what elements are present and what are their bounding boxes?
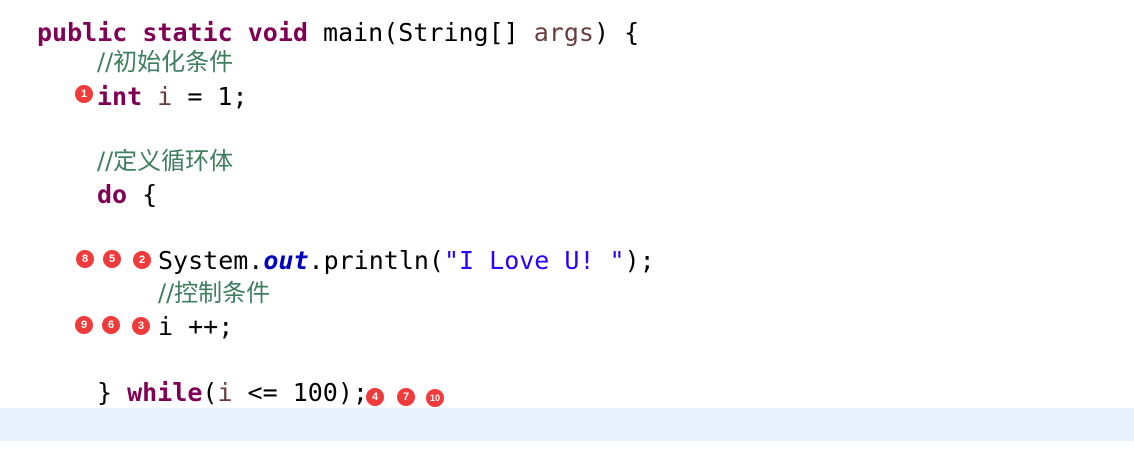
keyword-int: int bbox=[97, 82, 143, 111]
code-line-declaration: int i = 1; bbox=[97, 80, 248, 113]
code-line-increment: i ++; bbox=[158, 312, 234, 341]
param-args: args bbox=[533, 18, 594, 47]
println-end: ); bbox=[624, 246, 655, 275]
while-condition-rest: <= 100); bbox=[232, 378, 368, 407]
code-line-println: System.out.println("I Love U! "); bbox=[158, 244, 655, 277]
string-literal: "I Love U! " bbox=[443, 246, 625, 275]
keyword-public: public bbox=[37, 18, 128, 47]
code-comment-control: //控制条件 bbox=[158, 279, 271, 307]
step-marker-10: 10 bbox=[426, 389, 444, 407]
code-comment-loop: //定义循环体 bbox=[97, 147, 234, 175]
system-class: System. bbox=[158, 246, 264, 275]
while-paren: ( bbox=[202, 378, 218, 407]
keyword-do: do bbox=[97, 180, 128, 209]
variable-i: i bbox=[157, 82, 173, 111]
step-marker-8: 8 bbox=[76, 250, 94, 268]
code-comment-init: //初始化条件 bbox=[97, 48, 234, 76]
step-marker-2: 2 bbox=[133, 251, 151, 269]
method-brace: ) { bbox=[593, 18, 640, 47]
field-out: out bbox=[263, 246, 309, 275]
step-marker-6: 6 bbox=[102, 316, 120, 334]
step-marker-3: 3 bbox=[132, 317, 150, 335]
println-method: .println( bbox=[308, 246, 444, 275]
close-brace: } bbox=[97, 378, 128, 407]
step-marker-1: 1 bbox=[75, 85, 93, 103]
keyword-static: static bbox=[142, 18, 233, 47]
code-line-method-header: public static void main(String[] args) { bbox=[37, 0, 639, 47]
step-marker-9: 9 bbox=[75, 316, 93, 334]
code-line-while: } while(i <= 100); bbox=[97, 376, 368, 409]
step-marker-5: 5 bbox=[103, 250, 121, 268]
step-marker-4: 4 bbox=[366, 388, 384, 406]
method-signature: main(String[] bbox=[323, 18, 534, 47]
while-variable: i bbox=[217, 378, 233, 407]
do-brace: { bbox=[127, 180, 158, 209]
keyword-void: void bbox=[247, 18, 308, 47]
step-marker-7: 7 bbox=[397, 388, 415, 406]
keyword-while: while bbox=[127, 378, 203, 407]
declaration-rest: = 1; bbox=[172, 82, 248, 111]
code-line-do: do { bbox=[97, 178, 157, 211]
current-line-highlight bbox=[0, 408, 1134, 441]
